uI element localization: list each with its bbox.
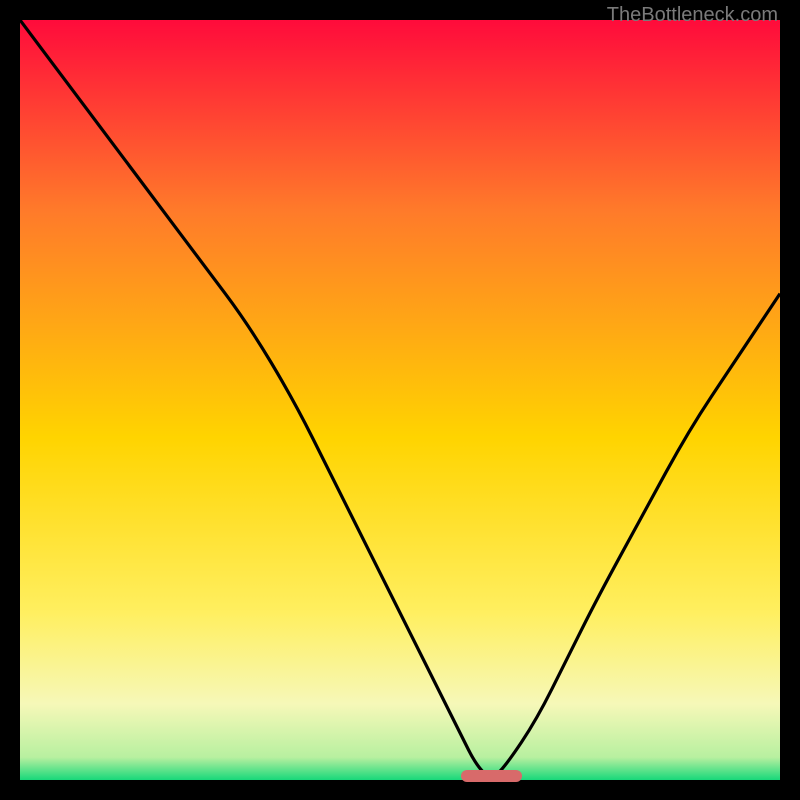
bottleneck-curve xyxy=(20,20,780,780)
watermark-text: TheBottleneck.com xyxy=(607,4,778,27)
chart-container: TheBottleneck.com xyxy=(0,0,800,800)
plot-area xyxy=(20,20,780,780)
optimal-marker xyxy=(461,770,522,782)
